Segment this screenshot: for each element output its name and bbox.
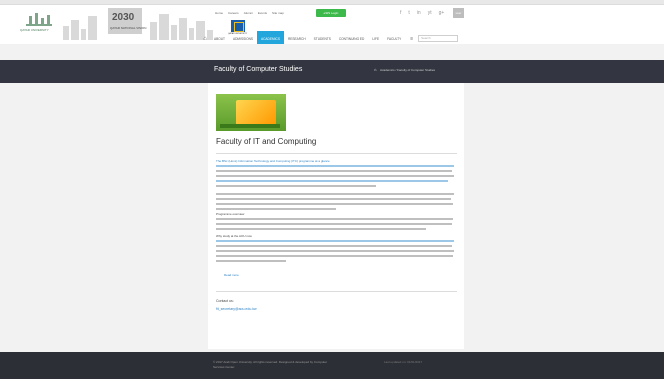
- home-icon[interactable]: ⌂: [200, 36, 210, 44]
- page-title-band: Faculty of Computer Studies ⌂ Academics …: [0, 60, 664, 83]
- logo-mark-icon: [26, 13, 52, 26]
- section-title: Faculty of IT and Computing: [216, 137, 317, 146]
- vision-number: 2030: [112, 12, 135, 23]
- nav-item-academics[interactable]: ACADEMICS: [257, 31, 284, 44]
- top-strip: [0, 0, 664, 5]
- site-logo[interactable]: QATAR UNIVERSITY: [20, 13, 60, 36]
- home-icon[interactable]: ⌂: [374, 67, 376, 72]
- contact-label: Contact us:: [216, 299, 234, 303]
- avatar[interactable]: user: [453, 8, 464, 18]
- toplink[interactable]: Site map: [272, 11, 284, 15]
- site-footer: © 2017 Arab Open University. All rights …: [0, 352, 664, 379]
- twitter-icon[interactable]: t: [408, 10, 409, 16]
- main-content: Faculty of IT and Computing The BSc (Hon…: [208, 83, 464, 349]
- nav-item-admissions[interactable]: ADMISSIONS: [229, 37, 257, 44]
- main-nav: ⌂ ABOUT ADMISSIONS ACADEMICS RESEARCH ST…: [200, 28, 459, 44]
- intro-block: The BSc (Hons) Information Technology an…: [216, 159, 456, 213]
- site-header: QATAR UNIVERSITY 2030 QATAR NATIONAL VIS…: [0, 0, 664, 44]
- googleplus-icon[interactable]: g+: [439, 10, 445, 16]
- why-heading: Why study at the AOU now: [216, 234, 252, 238]
- contact-box: Contact us: fit_secretary@aou.edu.kw: [216, 291, 457, 329]
- facebook-icon[interactable]: f: [400, 10, 401, 16]
- overview-block: Programme overview: [216, 212, 456, 233]
- nav-item-research[interactable]: RESEARCH: [284, 37, 310, 44]
- search-input[interactable]: Search: [418, 35, 459, 42]
- breadcrumb[interactable]: Academics / Faculty of Computer Studies: [380, 68, 435, 72]
- nav-item-faculty[interactable]: FACULTY: [383, 37, 405, 44]
- overview-heading: Programme overview: [216, 212, 245, 216]
- login-button[interactable]: eSIS Login: [316, 9, 346, 17]
- footer-updated: Last updated on: 01/01/2017: [384, 360, 423, 364]
- intro-heading: The BSc (Hons) Information Technology an…: [216, 159, 330, 163]
- linkedin-icon[interactable]: in: [417, 10, 421, 16]
- divider: [216, 153, 457, 154]
- faculty-banner-image: [216, 94, 286, 131]
- vision-2030-logo: 2030 QATAR NATIONAL VISION: [108, 8, 146, 34]
- toplink[interactable]: Events: [258, 11, 267, 15]
- nav-item-life[interactable]: LIFE: [368, 37, 383, 44]
- menu-icon[interactable]: ≡: [405, 36, 418, 44]
- why-block: Why study at the AOU now: [216, 234, 456, 265]
- toplink[interactable]: Home: [215, 11, 223, 15]
- page-title: Faculty of Computer Studies: [214, 66, 303, 73]
- nav-item-about[interactable]: ABOUT: [210, 37, 229, 44]
- nav-item-students[interactable]: STUDENTS: [310, 37, 335, 44]
- nav-item-continuing[interactable]: CONTINUING ED: [335, 37, 369, 44]
- social-links: f t in yt g+: [400, 10, 444, 16]
- toplink[interactable]: Careers: [228, 11, 239, 15]
- top-links: Home Careers Alumni Events Site map: [215, 11, 284, 15]
- page: QATAR UNIVERSITY 2030 QATAR NATIONAL VIS…: [0, 0, 664, 379]
- toplink[interactable]: Alumni: [244, 11, 253, 15]
- logo-text: QATAR UNIVERSITY: [20, 28, 49, 32]
- youtube-icon[interactable]: yt: [428, 10, 432, 16]
- read-more-link[interactable]: Read more: [224, 273, 239, 277]
- footer-copyright: © 2017 Arab Open University. All rights …: [213, 360, 328, 369]
- contact-email-link[interactable]: fit_secretary@aou.edu.kw: [216, 307, 257, 311]
- vision-subtitle: QATAR NATIONAL VISION: [110, 26, 147, 30]
